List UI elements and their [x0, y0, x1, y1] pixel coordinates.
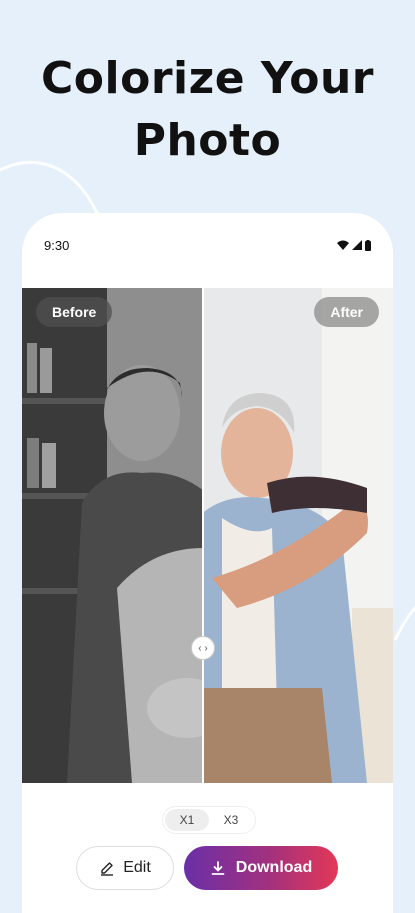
headline-line-2: Photo — [133, 115, 282, 166]
after-image — [203, 288, 393, 783]
scale-option-x3[interactable]: X3 — [209, 809, 253, 831]
status-icons — [337, 239, 371, 251]
phone-mockup: 9:30 Before After ‹ › X1 X3 Edit Downloa… — [22, 213, 393, 913]
download-button-label: Download — [235, 859, 313, 876]
edit-button[interactable]: Edit — [76, 846, 174, 890]
comparison-photo — [22, 288, 393, 783]
wifi-icon — [337, 240, 349, 250]
download-icon — [211, 861, 225, 875]
before-label: Before — [36, 297, 113, 327]
page-headline: Colorize Your Photo — [0, 48, 415, 172]
before-after-comparison[interactable]: Before After ‹ › — [22, 288, 393, 783]
download-button[interactable]: Download — [184, 846, 338, 890]
after-label: After — [314, 297, 379, 327]
scale-toggle: X1 X3 — [162, 806, 256, 834]
headline-line-1: Colorize Your — [41, 53, 374, 104]
status-bar: 9:30 — [44, 235, 371, 255]
pencil-icon — [101, 862, 114, 876]
signal-icon — [352, 240, 362, 250]
action-buttons: Edit Download — [76, 846, 338, 890]
status-time: 9:30 — [44, 237, 70, 253]
edit-button-label: Edit — [123, 859, 151, 876]
before-image — [22, 288, 203, 783]
compare-handle-icon[interactable]: ‹ › — [191, 636, 215, 660]
scale-option-x1[interactable]: X1 — [165, 809, 209, 831]
battery-icon — [365, 239, 371, 251]
